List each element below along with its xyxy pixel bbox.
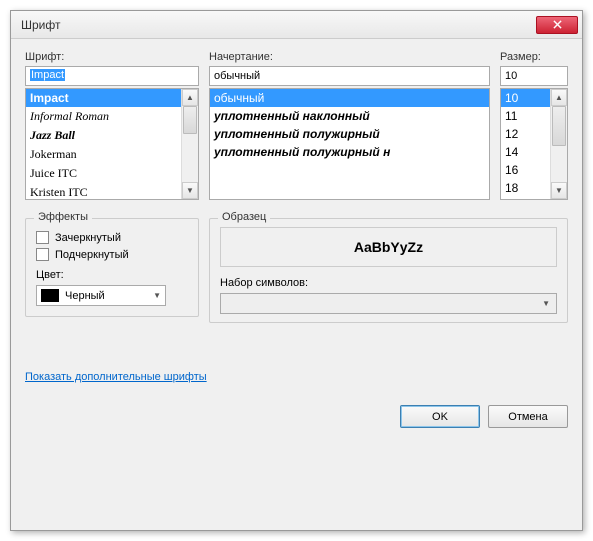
list-item[interactable]: обычный — [210, 89, 489, 107]
size-listbox[interactable]: 10 11 12 14 16 18 20 ▲ ▼ — [500, 88, 568, 200]
effects-title: Эффекты — [34, 211, 92, 223]
ok-button[interactable]: OK — [400, 405, 480, 428]
style-input[interactable] — [209, 66, 490, 86]
sample-title: Образец — [218, 211, 270, 223]
sample-text: AaBbYyZz — [220, 227, 557, 267]
font-label: Шрифт: — [25, 51, 199, 63]
font-dialog: Шрифт Шрифт: Impact Impact Informal Roma… — [10, 10, 583, 531]
chevron-down-icon: ▼ — [542, 299, 550, 308]
underline-checkbox[interactable]: Подчеркнутый — [36, 248, 188, 261]
cancel-button[interactable]: Отмена — [488, 405, 568, 428]
list-item[interactable]: Kristen ITC — [26, 183, 181, 199]
list-item[interactable]: уплотненный полужирный — [210, 125, 489, 143]
scroll-thumb[interactable] — [183, 106, 197, 134]
font-listbox[interactable]: Impact Informal Roman Jazz Ball Jokerman… — [25, 88, 199, 200]
size-input[interactable] — [500, 66, 568, 86]
titlebar: Шрифт — [11, 11, 582, 39]
color-label: Цвет: — [36, 269, 188, 281]
chevron-down-icon: ▼ — [153, 291, 161, 300]
list-item[interactable]: 18 — [501, 179, 550, 197]
list-item[interactable]: уплотненный полужирный н — [210, 143, 489, 161]
color-swatch-icon — [41, 289, 59, 302]
scrollbar[interactable]: ▲ ▼ — [550, 89, 567, 199]
style-listbox[interactable]: обычный уплотненный наклонный уплотненны… — [209, 88, 490, 200]
list-item[interactable]: уплотненный наклонный — [210, 107, 489, 125]
sample-group: Образец AaBbYyZz Набор символов: ▼ — [209, 218, 568, 323]
close-button[interactable] — [536, 16, 578, 34]
list-item[interactable]: Juice ITC — [26, 164, 181, 183]
font-input[interactable]: Impact — [25, 66, 199, 86]
strikeout-label: Зачеркнутый — [55, 232, 121, 244]
close-icon — [553, 20, 562, 29]
color-name: Черный — [65, 290, 105, 302]
style-label: Начертание: — [209, 51, 490, 63]
scroll-down-icon[interactable]: ▼ — [551, 182, 567, 199]
list-item[interactable]: Impact — [26, 89, 181, 107]
window-title: Шрифт — [21, 18, 536, 32]
checkbox-icon — [36, 231, 49, 244]
charset-combobox[interactable]: ▼ — [220, 293, 557, 314]
color-combobox[interactable]: Черный ▼ — [36, 285, 166, 306]
scroll-up-icon[interactable]: ▲ — [182, 89, 198, 106]
list-item[interactable]: 11 — [501, 107, 550, 125]
checkbox-icon — [36, 248, 49, 261]
scroll-down-icon[interactable]: ▼ — [182, 182, 198, 199]
scrollbar[interactable]: ▲ ▼ — [181, 89, 198, 199]
list-item[interactable]: 12 — [501, 125, 550, 143]
underline-label: Подчеркнутый — [55, 249, 129, 261]
scroll-thumb[interactable] — [552, 106, 566, 146]
more-fonts-link[interactable]: Показать дополнительные шрифты — [25, 371, 207, 383]
list-item[interactable]: 20 — [501, 197, 550, 199]
list-item[interactable]: Jokerman — [26, 145, 181, 164]
list-item[interactable]: 16 — [501, 161, 550, 179]
list-item[interactable]: Jazz Ball — [26, 126, 181, 145]
list-item[interactable]: 14 — [501, 143, 550, 161]
charset-label: Набор символов: — [220, 277, 557, 289]
size-label: Размер: — [500, 51, 568, 63]
scroll-up-icon[interactable]: ▲ — [551, 89, 567, 106]
list-item[interactable]: 10 — [501, 89, 550, 107]
strikeout-checkbox[interactable]: Зачеркнутый — [36, 231, 188, 244]
list-item[interactable]: Informal Roman — [26, 107, 181, 126]
effects-group: Эффекты Зачеркнутый Подчеркнутый Цвет: Ч… — [25, 218, 199, 317]
